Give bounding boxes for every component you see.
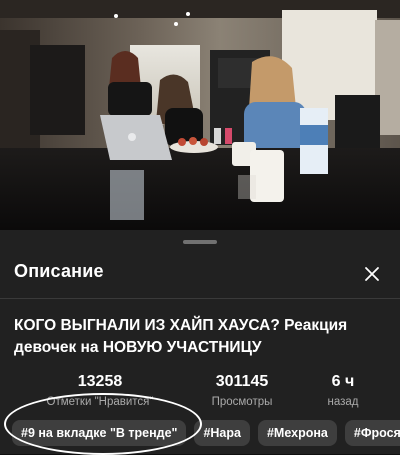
divider (0, 298, 400, 299)
close-icon (365, 267, 379, 281)
drag-handle[interactable] (183, 240, 217, 244)
age-label: назад (327, 396, 359, 408)
close-button[interactable] (356, 258, 388, 290)
likes-stat: 13258 Отметки "Нравится" (47, 372, 154, 410)
hashtag-chip[interactable]: #Мехрона (257, 420, 337, 446)
views-stat: 301145 Просмотры (200, 372, 284, 410)
description-sheet: Описание КОГО ВЫГНАЛИ ИЗ ХАЙП ХАУСА? Реа… (0, 230, 400, 454)
likes-label: Отметки "Нравится" (46, 396, 154, 408)
likes-count: 13258 (77, 373, 123, 390)
hashtag-chip[interactable]: #Нара (194, 420, 250, 446)
hashtag-chip[interactable]: #Фрося (344, 420, 400, 446)
age-stat: 6 ч назад (322, 372, 364, 410)
hashtag-chips: #9 на вкладке "В тренде" #Нара #Мехрона … (12, 420, 400, 446)
age-value: 6 ч (331, 373, 355, 390)
trending-chip[interactable]: #9 на вкладке "В тренде" (12, 420, 187, 446)
video-player[interactable] (0, 0, 400, 230)
views-label: Просмотры (211, 396, 273, 408)
video-title: КОГО ВЫГНАЛИ ИЗ ХАЙП ХАУСА? Реакция дево… (14, 317, 348, 356)
video-frame (0, 0, 400, 230)
views-count: 301145 (215, 373, 269, 390)
sheet-title: Описание (14, 261, 104, 281)
